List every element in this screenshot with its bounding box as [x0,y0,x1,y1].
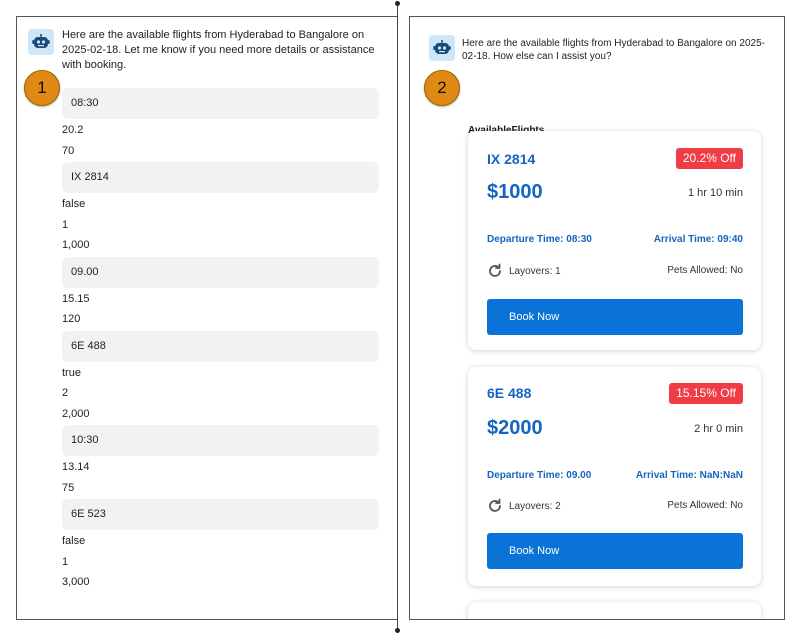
departure-time: Departure Time: 08:30 [487,234,592,245]
divider-handle-bottom [395,628,400,633]
flight-duration: 2 hr 0 min [694,423,743,435]
raw-value-text: false [62,198,86,210]
left-chat-panel: Here are the available flights from Hyde… [16,16,397,620]
flight-card: IX 2814 20.2% Off $1000 1 hr 10 min Depa… [468,131,761,350]
arrival-time: Arrival Time: 09:40 [653,234,743,245]
raw-value-pill: 6E 488 [62,330,379,362]
layovers-label: Layovers: 2 [509,500,561,512]
divider-handle-top [395,1,400,6]
raw-value-text: 1,000 [62,239,90,251]
step-badge: 2 [424,70,460,106]
departure-time: Departure Time: 09.00 [487,470,592,481]
raw-value-text: 15.15 [62,292,90,305]
book-now-button[interactable]: Book Now [487,299,743,335]
bot-message: Here are the available flights from Hyde… [62,29,375,71]
flight-price: $1000 [487,181,543,203]
raw-value-text: 1 [62,555,69,568]
raw-value-text: 20.2 [62,124,84,136]
flight-price: $2000 [487,417,543,439]
pets-allowed: Pets Allowed: No [667,500,743,511]
raw-value-text: 120 [62,313,81,325]
refresh-icon [489,498,501,512]
arrival-time: Arrival Time: NaN:NaN [635,470,743,481]
step-badge: 1 [24,70,60,106]
raw-value-pill: IX 2814 [62,162,379,193]
panel-divider [397,3,398,632]
robot-icon [433,40,451,54]
raw-value-text: 1 [62,218,69,231]
raw-value-text: 13.14 [62,461,90,473]
pets-allowed: Pets Allowed: No [667,265,743,276]
layovers-label: Layovers: 1 [509,265,561,277]
raw-value-text: false [62,535,86,547]
robot-icon [32,34,50,48]
flight-card: 6E 488 15.15% Off $2000 2 hr 0 min Depar… [468,367,761,586]
raw-value-text: 75 [62,481,75,494]
raw-value-pill: 08:30 [62,88,379,119]
raw-value-pill: 09.00 [62,256,379,288]
bot-message: Here are the available flights from Hyde… [462,38,765,62]
raw-response-list: 08:30 20.2 70 IX 2814 false 1 1,000 09.00 15.15 1… [62,87,379,593]
bot-avatar-icon [429,35,455,61]
flight-duration: 1 hr 10 min [687,187,743,199]
raw-value-text: 70 [62,144,75,157]
bot-avatar-icon [28,29,54,55]
refresh-icon [489,263,501,277]
flight-card-partial [468,602,761,619]
raw-value-text: 3,000 [62,576,90,588]
book-now-button[interactable]: Book Now [487,533,743,569]
raw-value-pill: 6E 523 [62,499,379,530]
layovers: Layovers: 1 [487,263,561,279]
discount-badge: 15.15% Off [669,383,743,404]
raw-value-text: 2,000 [62,407,90,420]
raw-value-pill: 10:30 [62,425,379,456]
discount-badge: 20.2% Off [675,148,743,169]
raw-value-text: true [62,366,81,379]
raw-value-text: 2 [62,387,69,399]
right-chat-panel: Here are the available flights from Hyde… [409,16,785,620]
flight-code: 6E 488 [487,385,532,401]
layovers: Layovers: 2 [487,498,561,514]
flight-code: IX 2814 [487,151,536,167]
